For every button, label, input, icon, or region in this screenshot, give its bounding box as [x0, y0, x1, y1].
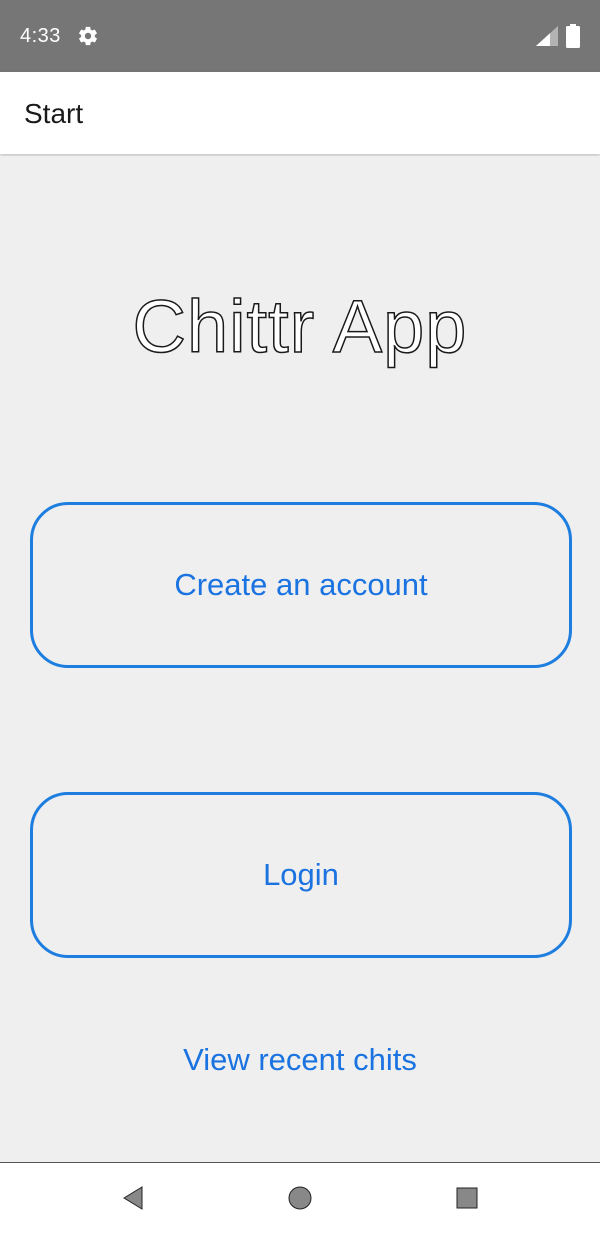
app-header: Start	[0, 72, 600, 154]
login-button[interactable]: Login	[30, 792, 572, 958]
create-account-button[interactable]: Create an account	[30, 502, 572, 668]
app-title: Chittr App	[132, 284, 468, 369]
status-bar: 4:33	[0, 0, 600, 72]
recents-icon[interactable]	[452, 1183, 482, 1213]
start-screen: Chittr App Create an account Login View …	[0, 156, 600, 1162]
gear-icon	[79, 26, 97, 46]
header-title: Start	[24, 98, 84, 129]
system-nav-bar	[0, 1162, 600, 1233]
login-label: Login	[263, 857, 339, 892]
status-time: 4:33	[20, 25, 61, 47]
battery-icon	[566, 24, 580, 48]
back-icon[interactable]	[118, 1183, 148, 1213]
create-account-label: Create an account	[174, 567, 428, 602]
signal-icon	[536, 26, 558, 46]
home-icon[interactable]	[285, 1183, 315, 1213]
view-recent-chits-link[interactable]: View recent chits	[0, 1040, 600, 1080]
